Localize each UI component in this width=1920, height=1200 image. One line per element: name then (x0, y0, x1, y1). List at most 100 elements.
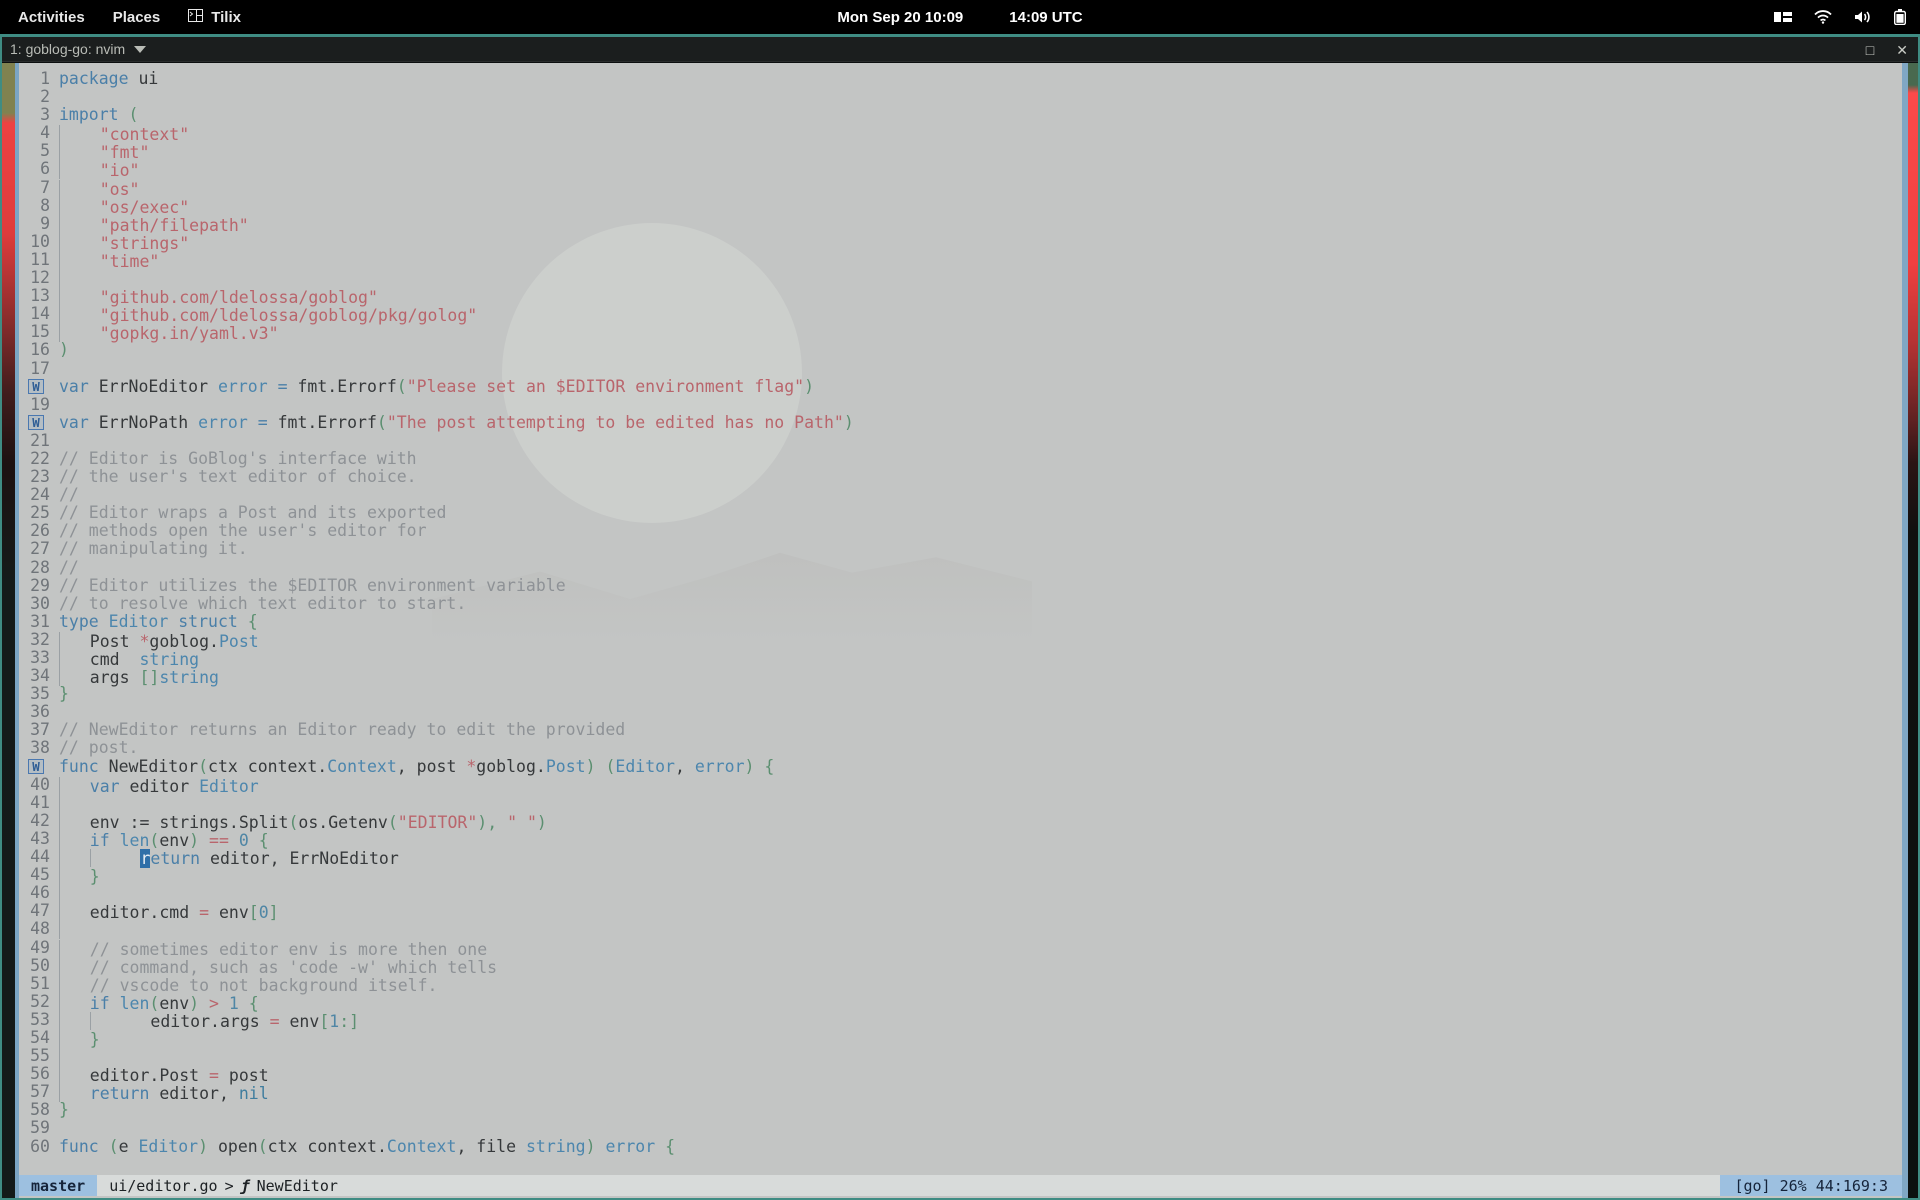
wallpaper-right-band (1908, 63, 1918, 1198)
warning-badge: W (28, 415, 44, 430)
code-line[interactable]: 35} (19, 685, 1902, 703)
line-number: 29 (19, 577, 59, 595)
code-line[interactable]: 21 (19, 432, 1902, 450)
breadcrumb-separator: > (225, 1177, 234, 1195)
scrollbar-track[interactable] (1902, 63, 1908, 1198)
code-line[interactable]: 1package ui (19, 70, 1902, 88)
line-number: 44 (19, 848, 59, 866)
git-branch-segment[interactable]: master (19, 1175, 97, 1196)
cursor-position-label: 44:169:3 (1816, 1177, 1888, 1195)
code-line[interactable]: 58} (19, 1101, 1902, 1119)
code-line[interactable]: 34 args []string (19, 667, 1902, 685)
code-line[interactable]: 16) (19, 341, 1902, 359)
line-number: 43 (19, 830, 59, 848)
code-token: } (59, 1100, 69, 1119)
nvim-editor-pane[interactable]: 1package ui23import (4 "context"5 "fmt"6… (2, 63, 1918, 1198)
line-number: 25 (19, 504, 59, 522)
line-number: 45 (19, 866, 59, 884)
indent-guide (59, 125, 60, 143)
code-line-content: var ErrNoPath error = fmt.Errorf("The po… (59, 414, 1902, 432)
clock-utc[interactable]: 14:09 UTC (1009, 9, 1082, 26)
code-token: ctx (268, 1137, 308, 1156)
code-line[interactable]: 24// (19, 486, 1902, 504)
code-token: , file (456, 1137, 526, 1156)
line-number: 48 (19, 920, 59, 938)
code-line[interactable]: 2 (19, 88, 1902, 106)
code-line[interactable]: 29// Editor utilizes the $EDITOR environ… (19, 577, 1902, 595)
code-token: ) (198, 1137, 218, 1156)
code-line[interactable]: 19 (19, 396, 1902, 414)
code-line-content: // Editor wraps a Post and its exported (59, 504, 1902, 522)
code-token: context. (307, 1137, 386, 1156)
activities-button[interactable]: Activities (0, 0, 99, 34)
code-line[interactable]: 28// (19, 559, 1902, 577)
code-line[interactable]: 23// the user's text editor of choice. (19, 468, 1902, 486)
code-line[interactable]: 17 (19, 360, 1902, 378)
code-line[interactable]: 37// NewEditor returns an Editor ready t… (19, 721, 1902, 739)
code-token: ) (804, 377, 814, 396)
line-number: 37 (19, 721, 59, 739)
code-buffer[interactable]: 1package ui23import (4 "context"5 "fmt"6… (19, 63, 1902, 1174)
app-menu-tilix[interactable]: Tilix (174, 0, 255, 34)
diagnostic-warning-sign[interactable]: W (19, 379, 59, 394)
code-line[interactable]: 60func (e Editor) open(ctx context.Conte… (19, 1138, 1902, 1156)
places-label: Places (113, 9, 161, 26)
indent-guide (59, 958, 60, 976)
code-line[interactable]: 22// Editor is GoBlog's interface with (19, 450, 1902, 468)
line-number: 1 (19, 70, 59, 88)
terminal-session-title: 1: goblog-go: nvim (2, 41, 125, 57)
code-line[interactable]: Wvar ErrNoEditor error = fmt.Errorf("Ple… (19, 378, 1902, 396)
code-line[interactable]: 38// post. (19, 739, 1902, 757)
code-line[interactable]: Wvar ErrNoPath error = fmt.Errorf("The p… (19, 414, 1902, 432)
code-token: ErrNoPath (99, 413, 198, 432)
line-number: 23 (19, 468, 59, 486)
code-token: "The post attempting to be edited has no… (387, 413, 844, 432)
file-path-segment[interactable]: ui/editor.go > ƒ NewEditor (97, 1175, 350, 1196)
indent-guide (59, 867, 60, 885)
code-line[interactable]: 57 return editor, nil (19, 1083, 1902, 1101)
volume-icon[interactable] (1854, 10, 1872, 24)
line-number: 17 (19, 360, 59, 378)
line-number: 4 (19, 124, 59, 142)
line-number: 54 (19, 1029, 59, 1047)
line-number: 31 (19, 613, 59, 631)
code-line[interactable]: 59 (19, 1119, 1902, 1137)
code-token: // to resolve which text editor to start… (59, 594, 466, 613)
code-line[interactable]: 30// to resolve which text editor to sta… (19, 595, 1902, 613)
indent-guide (59, 270, 60, 288)
statusline-spacer (350, 1175, 1721, 1196)
indent-guide (59, 252, 60, 270)
indent-guide (59, 324, 60, 342)
places-menu[interactable]: Places (99, 0, 175, 34)
battery-icon[interactable] (1894, 9, 1906, 25)
diagnostic-warning-sign[interactable]: W (19, 759, 59, 774)
terminal-titlebar: 1: goblog-go: nvim □ ✕ (2, 37, 1918, 62)
line-number: 24 (19, 486, 59, 504)
diagnostic-warning-sign[interactable]: W (19, 415, 59, 430)
code-token: ( (109, 1137, 119, 1156)
code-line[interactable]: 27// manipulating it. (19, 540, 1902, 558)
code-token: // post. (59, 738, 138, 757)
statusline-right-segment[interactable]: [go] 26% 44:169:3 (1720, 1175, 1902, 1196)
close-button[interactable]: ✕ (1896, 43, 1908, 57)
wifi-icon[interactable] (1814, 10, 1832, 24)
line-number: 3 (19, 106, 59, 124)
display-layout-icon[interactable] (1774, 11, 1792, 23)
code-token: error (198, 413, 258, 432)
line-number: 60 (19, 1138, 59, 1156)
line-number: 13 (19, 287, 59, 305)
code-line[interactable]: 26// methods open the user's editor for (19, 522, 1902, 540)
line-number: 59 (19, 1119, 59, 1137)
code-line-content: } (59, 1101, 1902, 1119)
code-line[interactable]: 25// Editor wraps a Post and its exporte… (19, 504, 1902, 522)
code-line[interactable]: 15 "gopkg.in/yaml.v3" (19, 323, 1902, 341)
code-line[interactable]: 36 (19, 703, 1902, 721)
indent-guide (59, 650, 60, 668)
warning-badge: W (28, 759, 44, 774)
indent-guide (59, 1012, 60, 1030)
clock[interactable]: Mon Sep 20 10:09 (837, 9, 963, 26)
code-token: ( (258, 1137, 268, 1156)
file-path-label: ui/editor.go (109, 1177, 217, 1195)
chevron-down-icon[interactable] (134, 46, 146, 53)
maximize-button[interactable]: □ (1866, 43, 1874, 57)
